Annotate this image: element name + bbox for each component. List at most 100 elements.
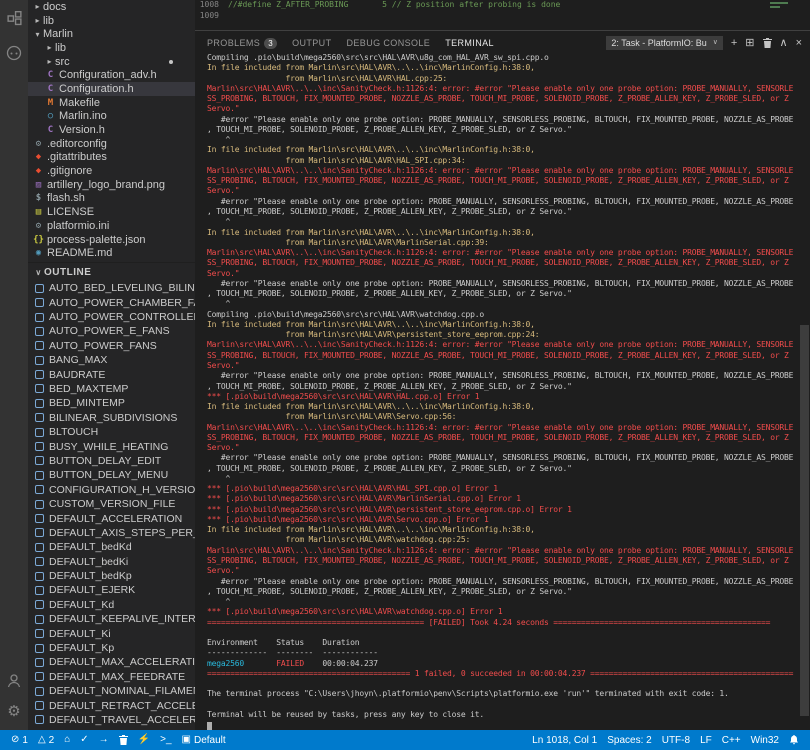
outline-item[interactable]: DEFAULT_bedKd xyxy=(28,540,195,554)
terminal-text: *** [.pio\build\mega2560\src\src\HAL\AVR… xyxy=(207,607,502,616)
pio-upload[interactable]: → xyxy=(94,730,114,750)
terminal-line: from Marlin\src\HAL\AVR\MarlinSerial.cpp… xyxy=(207,238,800,248)
config-file-icon: ⚙ xyxy=(32,139,45,149)
split-terminal-icon[interactable]: ⊞ xyxy=(745,38,754,49)
pio-terminal[interactable]: >_ xyxy=(155,730,176,750)
terminal-text: Marlin\src\HAL\AVR\..\..\inc\SanityCheck… xyxy=(207,248,793,257)
minimap[interactable] xyxy=(770,0,794,30)
tree-folder-Marlin[interactable]: ▾Marlin xyxy=(28,27,195,41)
maximize-panel-icon[interactable]: ∧ xyxy=(780,38,788,49)
tree-folder-src[interactable]: ▸src xyxy=(28,55,195,69)
outline-item[interactable]: DEFAULT_Kd xyxy=(28,598,195,612)
outline-item[interactable]: AUTO_POWER_E_FANS xyxy=(28,324,195,338)
outline-item[interactable]: DEFAULT_TRAVEL_ACCELERATION xyxy=(28,713,195,727)
outline-item[interactable]: DEFAULT_MAX_FEEDRATE xyxy=(28,670,195,684)
outline-item[interactable]: BED_MINTEMP xyxy=(28,396,195,410)
terminal-text xyxy=(244,659,276,668)
outline-item[interactable]: CUSTOM_VERSION_FILE xyxy=(28,497,195,511)
tree-file-platformio.ini[interactable]: ⚙platformio.ini xyxy=(28,219,195,233)
pio-home[interactable]: ⌂ xyxy=(59,730,75,750)
terminal-text: Terminal will be reused by tasks, press … xyxy=(207,710,484,719)
terminal-line xyxy=(207,700,800,710)
pio-build[interactable]: ✓ xyxy=(75,730,93,750)
outline-item[interactable]: DEFAULT_Ki xyxy=(28,626,195,640)
platformio-icon[interactable] xyxy=(5,44,23,62)
tree-file-Configuration.h[interactable]: CConfiguration.h xyxy=(28,82,195,96)
tree-file-LICENSE[interactable]: ▤LICENSE xyxy=(28,205,195,219)
outline-item[interactable]: CONFIGURATION_H_VERSION xyxy=(28,483,195,497)
outline-item[interactable]: DEFAULT_RETRACT_ACCELERATION xyxy=(28,698,195,712)
tree-file-Marlin.ino[interactable]: ○Marlin.ino xyxy=(28,110,195,124)
outline-item[interactable]: BUSY_WHILE_HEATING xyxy=(28,439,195,453)
tree-file-flash.sh[interactable]: $flash.sh xyxy=(28,192,195,206)
tree-folder-lib[interactable]: ▸lib xyxy=(28,14,195,28)
eol[interactable]: LF xyxy=(695,730,717,750)
pio-env-default[interactable]: ▣Default xyxy=(177,730,231,750)
outline-header-label: OUTLINE xyxy=(44,267,91,278)
tree-file-process-palette.json[interactable]: {}process-palette.json xyxy=(28,233,195,247)
tree-file-artillery_logo_brand.png[interactable]: ▨artillery_logo_brand.png xyxy=(28,178,195,192)
outline-header[interactable]: ∨ OUTLINE xyxy=(28,262,195,281)
pio-serial-monitor[interactable]: ⚡ xyxy=(133,730,155,750)
outline-item[interactable]: AUTO_POWER_CHAMBER_FAN xyxy=(28,295,195,309)
outline-item[interactable]: DEFAULT_EJERK xyxy=(28,583,195,597)
outline-item[interactable]: DEFAULT_MAX_ACCELERATION xyxy=(28,655,195,669)
indentation[interactable]: Spaces: 2 xyxy=(602,730,656,750)
terminal-line: ========================================… xyxy=(207,669,800,679)
outline-item[interactable]: AUTO_POWER_FANS xyxy=(28,339,195,353)
settings-gear-icon[interactable]: ⚙ xyxy=(5,702,23,720)
kill-terminal-icon[interactable] xyxy=(763,38,772,48)
tree-file-README.md[interactable]: ◉README.md xyxy=(28,246,195,260)
outline-item[interactable]: BED_MAXTEMP xyxy=(28,382,195,396)
tree-folder-docs[interactable]: ▸docs xyxy=(28,0,195,14)
tree-file-Version.h[interactable]: CVersion.h xyxy=(28,123,195,137)
outline-item[interactable]: DEFAULT_NOMINAL_FILAMENT_D... xyxy=(28,684,195,698)
terminal-line: The terminal process "C:\Users\jhoyn\.pl… xyxy=(207,689,800,699)
outline-item[interactable]: BUTTON_DELAY_MENU xyxy=(28,468,195,482)
panel-tab-problems[interactable]: PROBLEMS3 xyxy=(207,38,277,49)
account-icon[interactable] xyxy=(5,672,23,690)
pio-clean[interactable] xyxy=(114,730,133,750)
warning-count[interactable]: △2 xyxy=(33,730,59,750)
outline-item[interactable]: BILINEAR_SUBDIVISIONS xyxy=(28,411,195,425)
outline-item[interactable]: BANG_MAX xyxy=(28,353,195,367)
outline-item[interactable]: DEFAULT_bedKp xyxy=(28,569,195,583)
symbol-constant-icon xyxy=(35,658,44,667)
outline-item[interactable]: DEFAULT_bedKi xyxy=(28,554,195,568)
language-mode[interactable]: C++ xyxy=(717,730,746,750)
outline-item[interactable]: BUTTON_DELAY_EDIT xyxy=(28,454,195,468)
terminal-scrollbar[interactable] xyxy=(800,325,809,716)
folder-icon: ▣ xyxy=(182,735,191,745)
cursor-position[interactable]: Ln 1018, Col 1 xyxy=(527,730,602,750)
encoding[interactable]: UTF-8 xyxy=(657,730,695,750)
tree-folder-lib[interactable]: ▸lib xyxy=(28,41,195,55)
platform-mode[interactable]: Win32 xyxy=(746,730,784,750)
panel-tab-debug-console[interactable]: DEBUG CONSOLE xyxy=(346,38,430,48)
terminal-output[interactable]: Compiling .pio\build\mega2560\src\src\HA… xyxy=(207,53,800,730)
new-terminal-icon[interactable]: + xyxy=(731,38,737,49)
tree-file-.gitattributes[interactable]: ◆.gitattributes xyxy=(28,151,195,165)
tree-file-Configuration_adv.h[interactable]: CConfiguration_adv.h xyxy=(28,68,195,82)
outline-item[interactable]: BAUDRATE xyxy=(28,367,195,381)
outline-item[interactable]: AUTO_BED_LEVELING_BILINEAR xyxy=(28,281,195,295)
outline-item[interactable]: DEFAULT_AXIS_STEPS_PER_UNIT xyxy=(28,526,195,540)
tree-file-.gitignore[interactable]: ◆.gitignore xyxy=(28,164,195,178)
terminal-text: from Marlin\src\HAL\AVR\HAL_SPI.cpp:34: xyxy=(207,156,466,165)
outline-item[interactable]: DEFAULT_ACCELERATION xyxy=(28,511,195,525)
outline-item[interactable]: BLTOUCH xyxy=(28,425,195,439)
notifications[interactable] xyxy=(784,730,804,750)
editor[interactable]: 1008//#define Z_AFTER_PROBING 5 // Z pos… xyxy=(195,0,810,30)
outline-item[interactable]: DEFAULT_KEEPALIVE_INTERVAL xyxy=(28,612,195,626)
terminal-picker[interactable]: 2: Task - PlatformIO: Bu ∨ xyxy=(606,36,723,50)
check-icon: ✓ xyxy=(80,735,88,745)
outline-item[interactable]: DEFAULT_Kp xyxy=(28,641,195,655)
close-panel-icon[interactable]: × xyxy=(796,38,802,49)
outline-item[interactable]: AUTO_POWER_CONTROLLERFAN xyxy=(28,310,195,324)
tree-file-.editorconfig[interactable]: ⚙.editorconfig xyxy=(28,137,195,151)
panel-tab-terminal[interactable]: TERMINAL xyxy=(445,38,494,48)
extensions-icon[interactable] xyxy=(5,8,23,26)
tree-file-Makefile[interactable]: MMakefile xyxy=(28,96,195,110)
symbol-constant-icon xyxy=(35,370,44,379)
panel-tab-output[interactable]: OUTPUT xyxy=(292,38,331,48)
error-count[interactable]: ⊘1 xyxy=(6,730,33,750)
